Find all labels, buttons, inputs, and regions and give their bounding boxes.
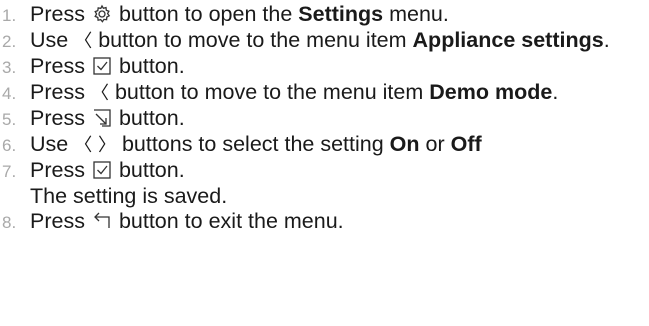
checkbox-check-icon bbox=[92, 160, 112, 180]
step-text: Press bbox=[30, 106, 85, 130]
step-number: 6. bbox=[2, 135, 17, 155]
step-text: Use bbox=[30, 27, 69, 52]
step-text: button to open the bbox=[118, 2, 293, 26]
chevron-left-icon: 〈 bbox=[74, 30, 93, 52]
step-text: button. bbox=[118, 158, 185, 182]
step-text: Press bbox=[30, 79, 85, 104]
menu-item-name: Demo mode bbox=[429, 79, 553, 104]
step-number: 4. bbox=[2, 83, 17, 103]
chevron-left-icon: 〈 bbox=[90, 82, 109, 104]
step-text: Press bbox=[30, 158, 85, 182]
step-text: button. bbox=[118, 54, 185, 78]
step-4: 4. Press 〈 button to move to the menu it… bbox=[0, 80, 649, 107]
step-text: buttons to select the setting bbox=[121, 131, 384, 156]
step-text: or bbox=[425, 131, 445, 156]
menu-name: Settings bbox=[298, 2, 384, 26]
step-note: The setting is saved. bbox=[30, 183, 228, 208]
step-2: 2. Use 〈 button to move to the menu item… bbox=[0, 28, 649, 55]
chevron-left-right-icon: 〈 〉 bbox=[74, 134, 116, 156]
instruction-steps: 1. Press button to open the Settings men… bbox=[0, 0, 649, 235]
step-6: 6. Use 〈 〉 buttons to select the setting… bbox=[0, 132, 649, 159]
step-1: 1. Press button to open the Settings men… bbox=[0, 2, 649, 28]
step-text: button to move to the menu item bbox=[114, 79, 424, 104]
step-text: button to move to the menu item bbox=[98, 27, 407, 52]
checkbox-check-icon bbox=[92, 56, 112, 76]
step-text: Use bbox=[30, 131, 69, 156]
step-number: 5. bbox=[2, 110, 17, 129]
back-arrow-icon bbox=[92, 211, 112, 231]
menu-item-name: Appliance settings bbox=[412, 27, 604, 52]
setting-value: Off bbox=[450, 131, 482, 156]
step-text: . bbox=[552, 79, 559, 104]
step-7: 7. Press button. The setting is saved. bbox=[0, 158, 649, 209]
step-number: 3. bbox=[2, 58, 17, 77]
step-3: 3. Press button. bbox=[0, 54, 649, 80]
step-text: Press bbox=[30, 54, 85, 78]
step-5: 5. Press button. bbox=[0, 106, 649, 132]
step-8: 8. Press button to exit the menu. bbox=[0, 209, 649, 235]
step-text: button. bbox=[118, 106, 185, 130]
settings-gear-icon bbox=[92, 4, 112, 24]
step-text: button to exit the menu. bbox=[118, 209, 344, 233]
step-number: 2. bbox=[2, 31, 17, 51]
enter-icon bbox=[92, 108, 112, 128]
step-number: 8. bbox=[2, 213, 17, 232]
step-text: Press bbox=[30, 209, 85, 233]
step-text: . bbox=[603, 27, 610, 52]
step-text: menu. bbox=[389, 2, 449, 26]
setting-value: On bbox=[389, 131, 420, 156]
step-number: 1. bbox=[2, 6, 17, 25]
step-text: Press bbox=[30, 2, 85, 26]
step-number: 7. bbox=[2, 162, 17, 181]
